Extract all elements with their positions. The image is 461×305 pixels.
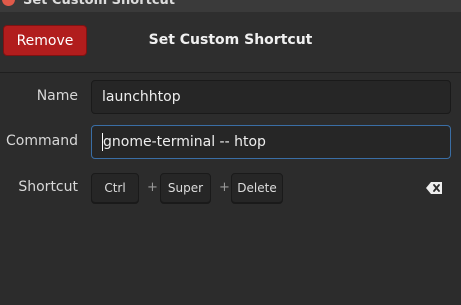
shortcut-plus-separator: + — [219, 180, 230, 195]
window-titlebar: Set Custom Shortcut — [0, 0, 461, 12]
remove-button[interactable]: Remove — [3, 25, 87, 56]
name-field-value: launchhtop — [102, 89, 181, 105]
shortcut-key-delete: Delete — [231, 173, 283, 203]
command-label: Command — [6, 133, 78, 149]
shortcut-key-ctrl: Ctrl — [91, 173, 139, 203]
command-field-value: gnome-terminal -- htop — [103, 134, 266, 150]
shortcut-key-super: Super — [160, 173, 211, 203]
dialog-header: Remove Set Custom Shortcut — [0, 12, 461, 73]
shortcut-plus-separator: + — [147, 180, 158, 195]
name-field[interactable]: launchhtop — [91, 80, 451, 114]
shortcut-label: Shortcut — [18, 179, 78, 195]
window-close-icon[interactable] — [2, 0, 15, 6]
backspace-clear-icon[interactable] — [426, 182, 442, 194]
window-title: Set Custom Shortcut — [23, 0, 176, 8]
command-field[interactable]: gnome-terminal -- htop — [91, 125, 451, 159]
name-label: Name — [36, 88, 78, 104]
